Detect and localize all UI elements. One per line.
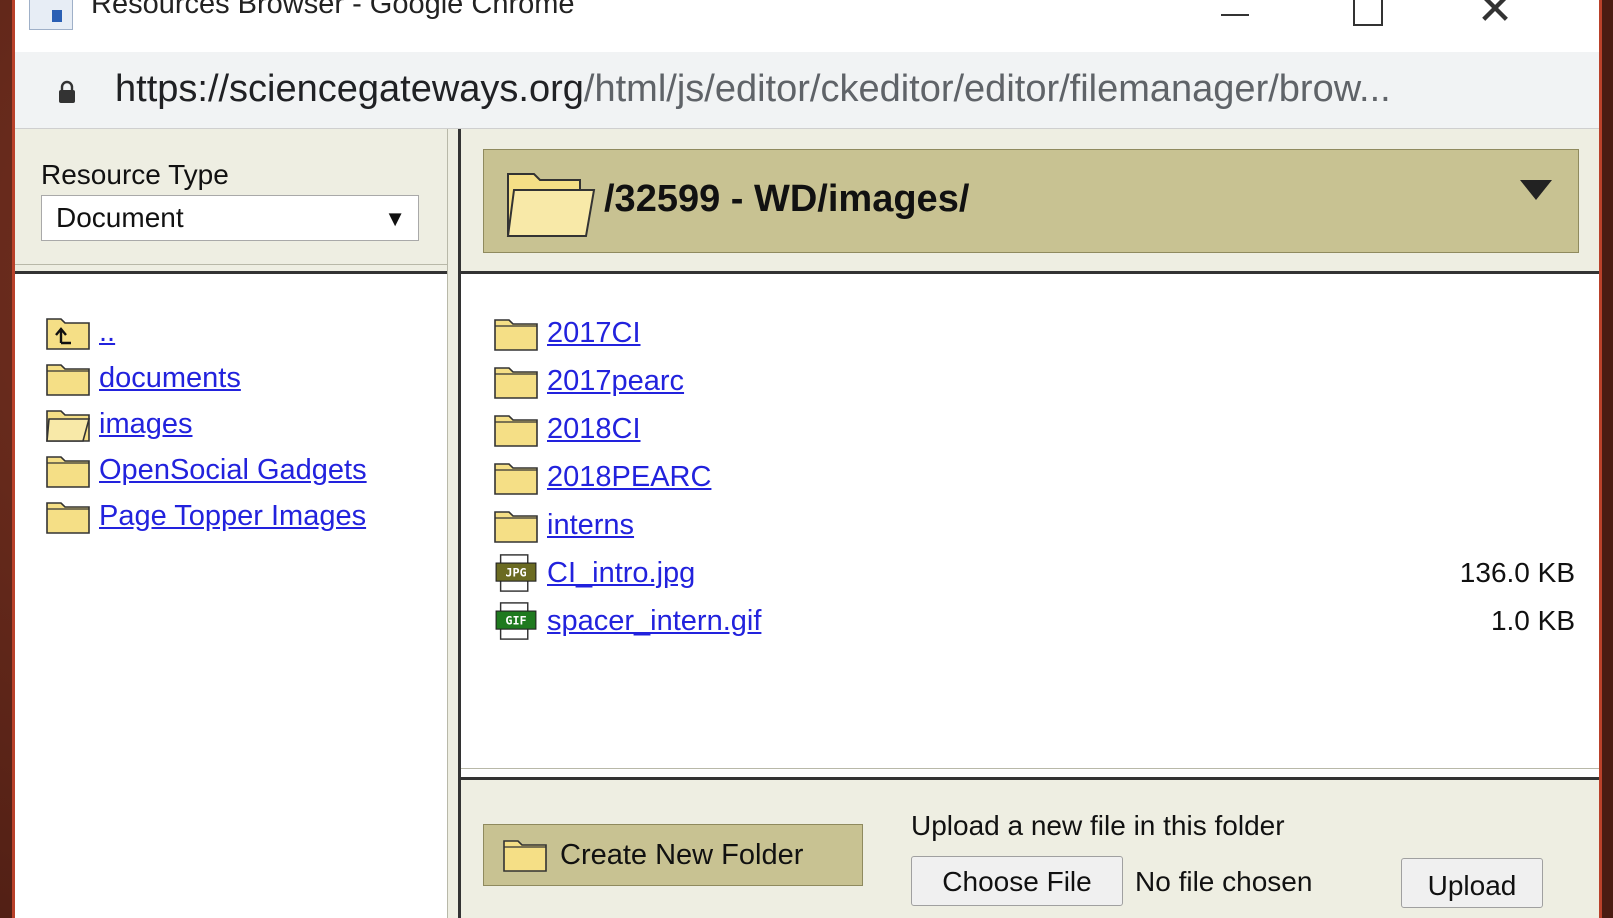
jpg-file-icon: JPG (495, 554, 537, 592)
folder-tree-item[interactable]: documents (45, 355, 445, 401)
folder-link[interactable]: documents (99, 362, 241, 395)
actions-panel: Create New Folder Upload a new file in t… (461, 768, 1599, 918)
url-text: https://sciencegateways.org/html/js/edit… (115, 68, 1391, 111)
dropdown-arrow-icon: ▼ (384, 206, 406, 231)
no-file-status: No file chosen (1135, 866, 1313, 897)
upload-label: Upload a new file in this folder (911, 810, 1285, 841)
title-bar: Resources Browser - Google Chrome ✕ (15, 0, 1599, 53)
url-host: https://sciencegateways.org (115, 68, 584, 110)
svg-text:JPG: JPG (505, 566, 526, 580)
create-folder-label: Create New Folder (560, 839, 804, 871)
folder-tree-item[interactable]: OpenSocial Gadgets (45, 447, 445, 493)
svg-text:GIF: GIF (505, 614, 526, 628)
lock-icon (59, 80, 75, 103)
folder-row[interactable]: 2017pearc (493, 357, 1575, 405)
folder-icon (503, 840, 547, 872)
create-folder-button[interactable]: Create New Folder (483, 824, 863, 886)
path-panel: /32599 - WD/images/ (461, 129, 1599, 274)
folder-link[interactable]: Page Topper Images (99, 500, 366, 533)
close-button[interactable]: ✕ (1465, 0, 1525, 36)
folder-row[interactable]: 2017CI (493, 309, 1575, 357)
file-size: 1.0 KB (1490, 605, 1575, 636)
folder-tree-item[interactable]: .. (45, 309, 445, 355)
file-row[interactable]: GIF spacer_intern.gif 1.0 KB (493, 597, 1575, 645)
choose-file-button[interactable]: Choose File (911, 856, 1123, 906)
folder-link[interactable]: 2017CI (547, 317, 641, 350)
resource-type-select[interactable]: Document ▼ (41, 195, 419, 241)
folder-icon (494, 319, 538, 351)
file-link[interactable]: CI_intro.jpg (547, 557, 695, 590)
maximize-button[interactable] (1335, 0, 1395, 40)
folder-icon (46, 456, 90, 488)
folder-icon (494, 415, 538, 447)
file-row[interactable]: JPG CI_intro.jpg 136.0 KB (493, 549, 1575, 597)
folder-tree: .. documents images OpenSocial Gadgets Page … (45, 309, 445, 539)
path-dropdown-icon[interactable] (1520, 180, 1552, 200)
resources-browser: Resource Type Document ▼ /32599 - WD/ima… (15, 129, 1599, 918)
minimize-button[interactable] (1205, 0, 1265, 40)
url-path: /html/js/editor/ckeditor/editor/filemana… (583, 68, 1391, 110)
resource-type-panel: Resource Type Document ▼ (15, 129, 447, 274)
folder-link[interactable]: .. (99, 316, 115, 349)
folder-link[interactable]: images (99, 408, 193, 441)
folder-icon (494, 367, 538, 399)
folder-link[interactable]: 2017pearc (547, 365, 684, 398)
folder-icon (494, 463, 538, 495)
folder-up-icon (46, 318, 90, 350)
gif-file-icon: GIF (495, 602, 537, 640)
current-folder-bar[interactable]: /32599 - WD/images/ (483, 149, 1579, 253)
folder-open-icon (506, 173, 596, 237)
resource-type-label: Resource Type (41, 159, 229, 190)
file-size: 136.0 KB (1459, 557, 1575, 588)
folder-link[interactable]: 2018CI (547, 413, 641, 446)
app-icon (29, 0, 73, 30)
folder-row[interactable]: interns (493, 501, 1575, 549)
file-link[interactable]: spacer_intern.gif (547, 605, 761, 638)
folder-link[interactable]: 2018PEARC (547, 461, 711, 494)
panel-divider[interactable] (447, 129, 461, 918)
folder-link[interactable]: interns (547, 509, 634, 542)
folder-icon (46, 502, 90, 534)
resource-type-value: Document (56, 202, 184, 233)
file-list: 2017CI 2017pearc 2018CI 2018PEARC interns JPG… (493, 309, 1575, 645)
folder-row[interactable]: 2018CI (493, 405, 1575, 453)
address-bar[interactable]: https://sciencegateways.org/html/js/edit… (15, 52, 1599, 129)
window-title: Resources Browser - Google Chrome (91, 0, 575, 20)
current-path: /32599 - WD/images/ (604, 178, 970, 220)
upload-button[interactable]: Upload (1401, 858, 1543, 908)
folder-row[interactable]: 2018PEARC (493, 453, 1575, 501)
folder-tree-item[interactable]: images (45, 401, 445, 447)
folder-icon (46, 364, 90, 396)
folder-open-icon (46, 410, 91, 442)
folder-link[interactable]: OpenSocial Gadgets (99, 454, 367, 487)
folder-icon (494, 511, 538, 543)
browser-window: Resources Browser - Google Chrome ✕ http… (12, 0, 1602, 918)
folder-tree-item[interactable]: Page Topper Images (45, 493, 445, 539)
